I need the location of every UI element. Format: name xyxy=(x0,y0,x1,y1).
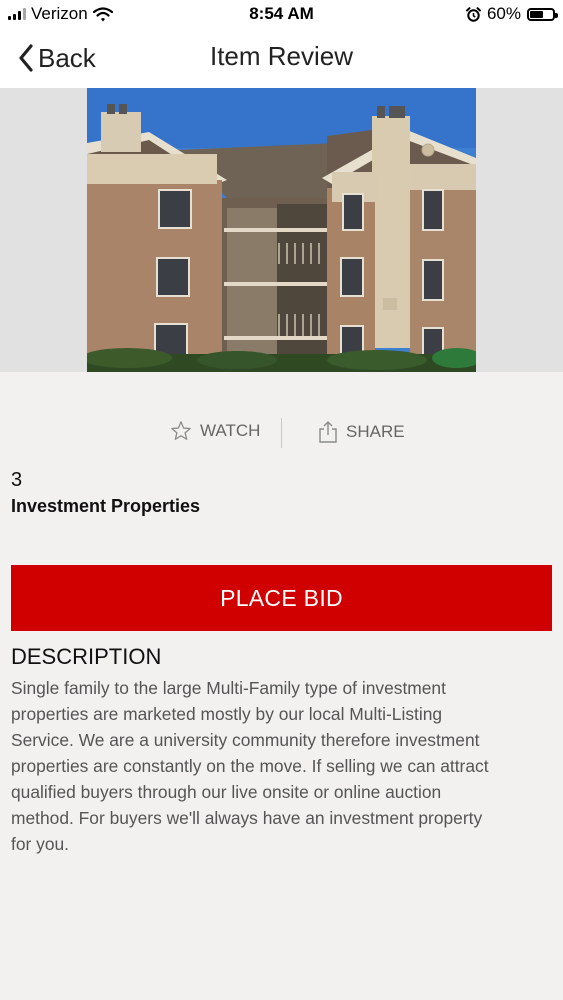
place-bid-button[interactable]: PLACE BID xyxy=(11,565,552,631)
watch-button[interactable]: WATCH xyxy=(170,420,260,442)
battery-percent: 60% xyxy=(486,4,521,23)
status-bar: Verizon 8:54 AM 60% xyxy=(0,0,563,30)
battery-icon xyxy=(527,7,558,21)
description-heading: DESCRIPTION xyxy=(11,644,162,669)
page-title: Item Review xyxy=(209,41,354,71)
watch-label: WATCH xyxy=(200,421,261,440)
star-icon xyxy=(171,421,191,440)
apartment-building-photo[interactable] xyxy=(87,88,476,372)
item-title: Investment Properties xyxy=(11,496,201,516)
item-number: 3 xyxy=(11,469,23,491)
nav-bar: Back Item Review xyxy=(0,30,563,88)
description-body: Single family to the large Multi-Family … xyxy=(11,678,489,854)
share-icon xyxy=(319,421,337,443)
battery-fill xyxy=(530,10,543,18)
alarm-icon xyxy=(465,6,481,22)
status-right: 60% xyxy=(465,4,558,24)
share-label: SHARE xyxy=(346,422,405,441)
item-photo-area xyxy=(0,88,563,372)
share-button[interactable]: SHARE xyxy=(318,420,405,444)
item-actions: WATCH SHARE xyxy=(0,412,563,456)
action-divider xyxy=(281,418,282,448)
